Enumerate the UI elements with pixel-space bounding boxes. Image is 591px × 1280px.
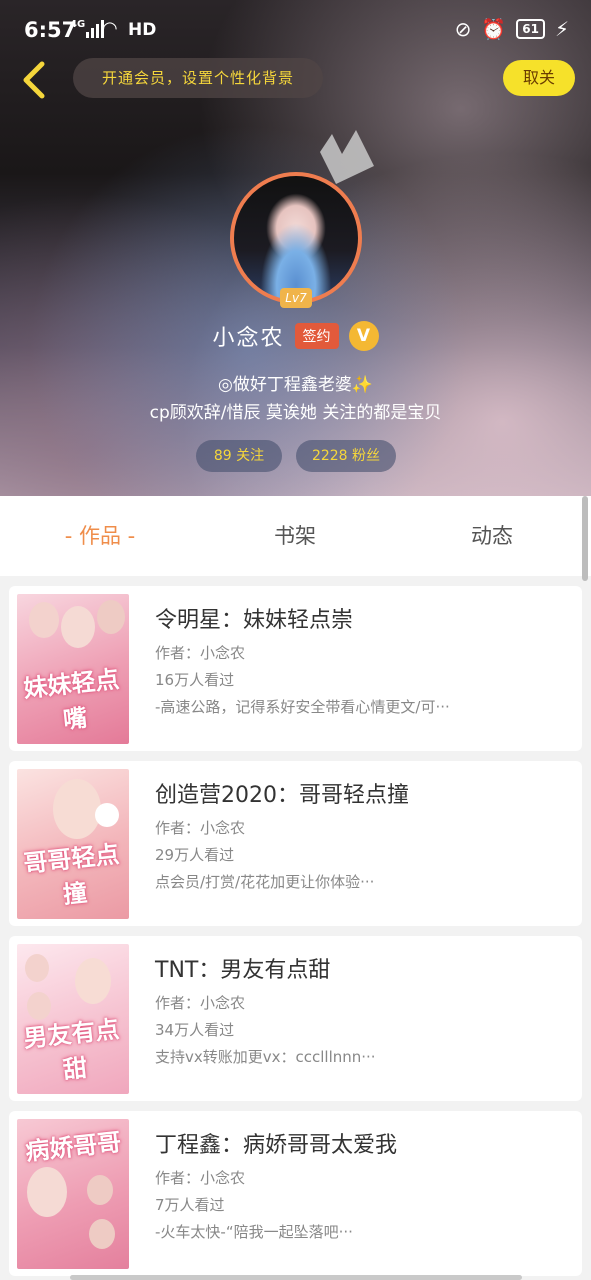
book-cover: 妹妹轻点嘴 xyxy=(17,594,129,744)
book-card[interactable]: 妹妹轻点嘴 令明星：妹妹轻点崇 作者：小念农 16万人看过 -高速公路，记得系好… xyxy=(9,586,582,751)
alarm-icon: ⏰ xyxy=(481,17,507,41)
profile-tabs: - 作品 - 书架 动态 xyxy=(0,496,591,576)
book-cover: 哥哥轻点撞 xyxy=(17,769,129,919)
book-description: -火车太快-“陪我一起坠落吧··· xyxy=(155,1223,353,1241)
book-author: 作者：小念农 xyxy=(155,1169,246,1187)
level-badge: Lv7 xyxy=(280,288,312,308)
vip-background-banner[interactable]: 开通会员，设置个性化背景 xyxy=(73,58,323,98)
book-views: 16万人看过 xyxy=(155,671,235,689)
verified-icon: V xyxy=(348,321,379,351)
book-author: 作者：小念农 xyxy=(155,644,246,662)
book-card[interactable]: 男友有点甜 TNT：男友有点甜 作者：小念农 34万人看过 支持vx转账加更vx… xyxy=(9,936,582,1101)
book-cover: 病娇哥哥 xyxy=(17,1119,129,1269)
book-views: 7万人看过 xyxy=(155,1196,225,1214)
book-views: 34万人看过 xyxy=(155,1021,235,1039)
status-time: 6:57 xyxy=(24,18,77,42)
bio-line-1: ◎做好丁程鑫老婆✨ xyxy=(217,375,373,395)
signed-badge: 签约 xyxy=(294,323,339,349)
unfollow-button[interactable]: 取关 xyxy=(503,60,575,96)
book-description: 点会员/打赏/花花加更让你体验··· xyxy=(155,873,375,891)
hd-indicator: HD xyxy=(128,20,157,40)
book-author: 作者：小念农 xyxy=(155,994,246,1012)
tab-bookshelf[interactable]: 书架 xyxy=(240,496,350,576)
home-indicator xyxy=(70,1275,522,1280)
charging-icon: ⚡ xyxy=(554,17,569,41)
book-cover-title: 妹妹轻点嘴 xyxy=(22,665,121,735)
bio-line-2: cp顾欢辞/惜辰 莫诶她 关注的都是宝贝 xyxy=(149,403,442,423)
book-title: TNT：男友有点甜 xyxy=(155,958,331,983)
username: 小念农 xyxy=(212,326,285,351)
status-right-icons: ⊘ ⏰ 61 ⚡ xyxy=(455,17,569,41)
vibrate-icon: ⊘ xyxy=(454,17,472,41)
tab-works[interactable]: - 作品 - xyxy=(40,496,160,576)
book-title: 令明星：妹妹轻点崇 xyxy=(155,608,354,633)
avatar[interactable] xyxy=(230,172,362,304)
wifi-icon: ◠ xyxy=(102,18,118,39)
book-title: 创造营2020：哥哥轻点撞 xyxy=(155,783,409,808)
book-cover-title: 男友有点甜 xyxy=(22,1015,121,1085)
status-bar: 6:57 4G ◠ HD ⊘ ⏰ 61 ⚡ xyxy=(0,0,591,60)
book-card[interactable]: 病娇哥哥 丁程鑫：病娇哥哥太爱我 作者：小念农 7万人看过 -火车太快-“陪我一… xyxy=(9,1111,582,1276)
book-cover-title: 哥哥轻点撞 xyxy=(22,840,121,910)
book-author: 作者：小念农 xyxy=(155,819,246,837)
book-cover-title: 病娇哥哥 xyxy=(24,1128,123,1166)
name-row: 小念农 签约 V xyxy=(0,316,591,356)
book-description: 支持vx转账加更vx：ccclllnnn··· xyxy=(155,1048,376,1066)
scrollbar[interactable] xyxy=(582,496,588,581)
following-count-button[interactable]: 89 关注 xyxy=(196,440,282,472)
book-views: 29万人看过 xyxy=(155,846,235,864)
avatar-image xyxy=(230,172,362,304)
fans-count-button[interactable]: 2228 粉丝 xyxy=(296,440,396,472)
book-title: 丁程鑫：病娇哥哥太爱我 xyxy=(155,1133,398,1158)
battery-icon: 61 xyxy=(516,19,545,39)
book-card[interactable]: 哥哥轻点撞 创造营2020：哥哥轻点撞 作者：小念农 29万人看过 点会员/打赏… xyxy=(9,761,582,926)
back-button[interactable] xyxy=(14,60,54,100)
tab-dynamics[interactable]: 动态 xyxy=(432,496,552,576)
chevron-left-icon xyxy=(23,61,45,99)
network-type: 4G xyxy=(70,19,86,30)
book-cover: 男友有点甜 xyxy=(17,944,129,1094)
book-description: -高速公路，记得系好安全带看心情更文/可··· xyxy=(155,698,450,716)
